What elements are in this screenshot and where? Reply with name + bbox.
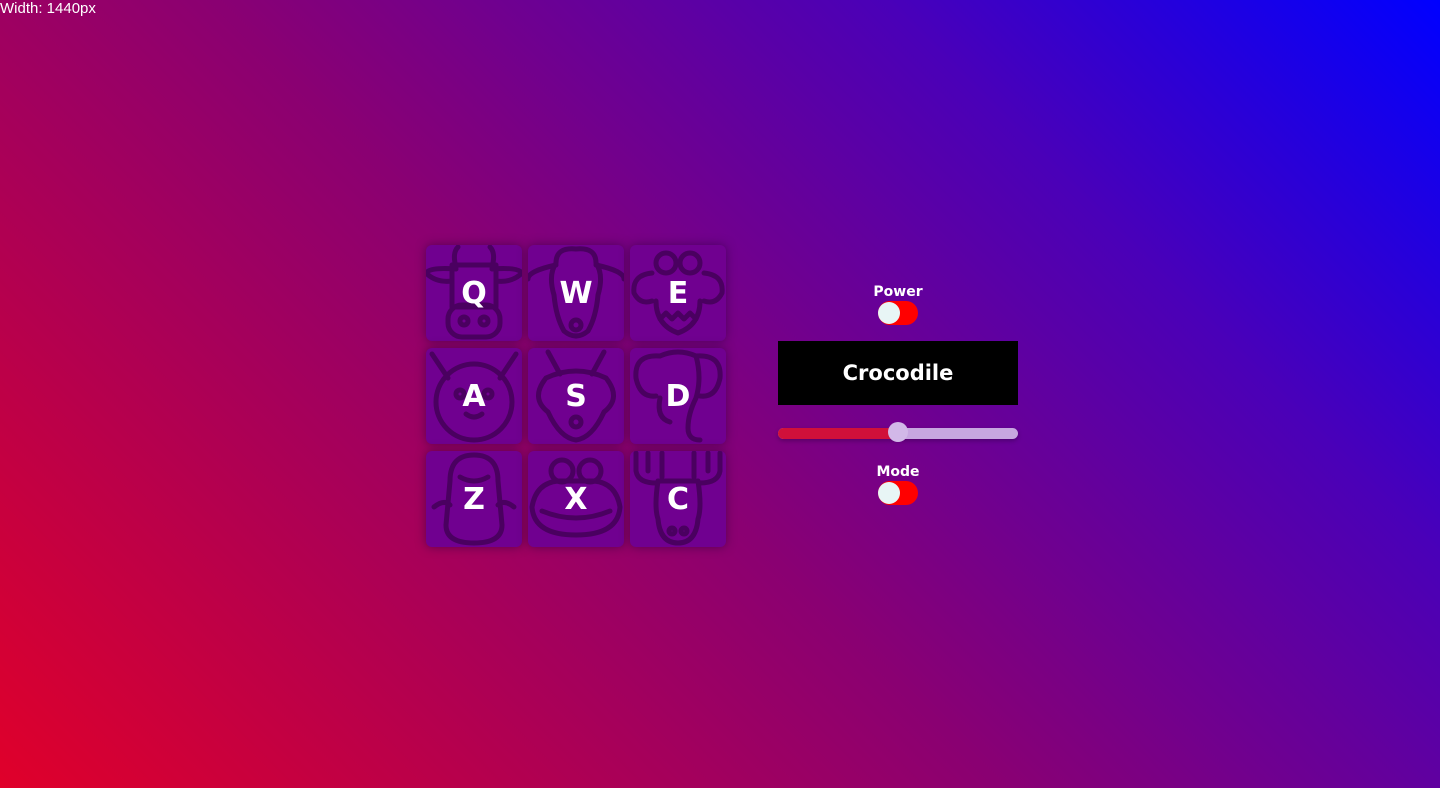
volume-slider[interactable] [778,422,1018,444]
pad-key-label: E [667,275,689,311]
drum-pad-q[interactable]: Q [426,245,522,341]
pad-key-label: A [462,378,486,414]
mode-toggle[interactable] [878,481,918,505]
pad-key-label: S [565,378,587,414]
sound-display: Crocodile [778,341,1018,405]
power-toggle[interactable] [878,301,918,325]
drum-pad-x[interactable]: X [528,451,624,547]
drum-pad-a[interactable]: A [426,348,522,444]
drum-pad-c[interactable]: C [630,451,726,547]
pad-key-label: D [665,378,691,414]
drum-pad-s[interactable]: S [528,348,624,444]
drum-pad-w[interactable]: W [528,245,624,341]
width-readout: Width: 1440px [0,0,96,17]
pad-key-label: W [559,275,593,311]
mode-toggle-knob [878,482,900,504]
pad-key-label: C [666,481,690,517]
mode-label: Mode [876,464,920,480]
pad-key-label: X [564,481,588,517]
pad-key-label: Q [461,275,487,311]
power-label: Power [873,284,923,300]
volume-thumb[interactable] [888,422,908,442]
volume-fill [778,428,898,439]
drum-pad-z[interactable]: Z [426,451,522,547]
power-toggle-knob [878,302,900,324]
drum-pad-d[interactable]: D [630,348,726,444]
controls-panel: Power Crocodile Mode [778,284,1018,505]
drum-pad-e[interactable]: E [630,245,726,341]
pad-key-label: Z [463,481,485,517]
drum-pad-grid: Q W E A S D Z X C [426,245,726,547]
